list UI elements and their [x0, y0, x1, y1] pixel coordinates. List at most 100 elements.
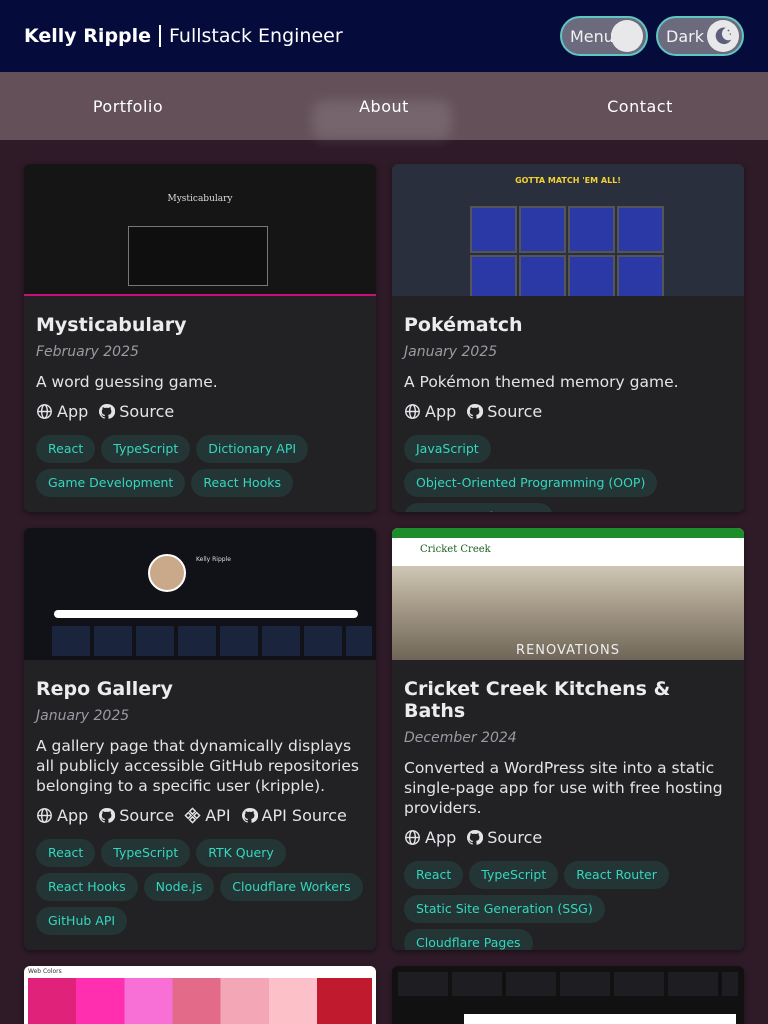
project-links: App Source	[404, 828, 732, 847]
menu-toggle[interactable]: Menu	[560, 16, 648, 56]
source-link-label: Source	[487, 402, 543, 421]
theme-toggle[interactable]: Dark	[656, 16, 744, 56]
tech-tag: GitHub API	[36, 907, 128, 935]
api-link[interactable]: API	[184, 806, 231, 825]
thumbnail-topbar	[392, 528, 744, 538]
project-thumbnail[interactable]: Cricket Creek RENOVATIONS	[392, 528, 744, 660]
source-link-label: Source	[487, 828, 543, 847]
github-icon	[467, 830, 484, 845]
memory-card	[617, 255, 664, 296]
brand-divider	[159, 25, 162, 47]
project-thumbnail[interactable]: Mysticabulary	[24, 164, 376, 296]
project-description: Converted a WordPress site into a static…	[404, 759, 723, 817]
project-date: February 2025	[36, 344, 139, 360]
memory-grid	[470, 206, 664, 296]
tech-tag: React Hooks	[36, 873, 138, 901]
api-link-label: API	[205, 806, 231, 825]
theme-toggle-label: Dark	[666, 26, 704, 46]
project-date: January 2025	[404, 344, 498, 360]
project-date: January 2025	[36, 708, 130, 724]
brand[interactable]: Kelly Ripple Fullstack Engineer	[24, 25, 343, 47]
project-title: Cricket Creek Kitchens & Baths	[404, 678, 671, 722]
api-source-link[interactable]: API Source	[241, 806, 347, 825]
source-link[interactable]: Source	[98, 806, 174, 825]
app-link[interactable]: App	[404, 402, 456, 421]
tech-tag: JavaScript	[404, 435, 491, 463]
toggle-knob	[611, 20, 643, 52]
project-links: App Source API API Source	[36, 806, 364, 825]
site-header: Kelly Ripple Fullstack Engineer Menu Dar…	[0, 0, 768, 72]
app-link[interactable]: App	[404, 828, 456, 847]
github-icon	[99, 808, 116, 823]
thumbnail-title: GOTTA MATCH 'EM ALL!	[515, 176, 621, 185]
tech-tag: TypeScript	[101, 839, 191, 867]
api-source-link-label: API Source	[261, 806, 347, 825]
project-title: Repo Gallery	[36, 678, 173, 700]
project-description: A Pokémon themed memory game.	[404, 373, 679, 391]
memory-card	[519, 206, 566, 253]
tech-tag: TypeScript	[101, 435, 191, 463]
project-title: Pokématch	[404, 314, 523, 336]
tech-tag: Cloudflare Pages	[404, 929, 533, 950]
project-links: App Source	[36, 402, 364, 421]
project-thumbnail[interactable]	[392, 966, 744, 1024]
thumbnail-controls	[398, 972, 738, 996]
menu-toggle-label: Menu	[570, 26, 614, 46]
site-owner-name: Kelly Ripple	[24, 25, 152, 47]
thumbnail-title: Web Colors	[28, 968, 62, 975]
thumbnail-bar	[24, 294, 376, 296]
project-thumbnail[interactable]: Kelly Ripple	[24, 528, 376, 660]
thumbnail-repo-rows	[52, 626, 372, 656]
tech-tag: React	[404, 861, 464, 889]
tech-tag: RTK Query	[196, 839, 286, 867]
project-card	[392, 966, 744, 1024]
memory-card	[470, 206, 517, 253]
project-card: Web Colors	[24, 966, 376, 1024]
memory-card	[568, 255, 615, 296]
tech-tag: React	[36, 435, 96, 463]
tech-tag: React	[36, 839, 96, 867]
app-link-label: App	[57, 806, 89, 825]
project-description: A gallery page that dynamically displays…	[36, 737, 359, 795]
moon-icon	[707, 20, 739, 52]
nav-portfolio[interactable]: Portfolio	[0, 97, 256, 116]
source-link[interactable]: Source	[98, 402, 174, 421]
globe-icon	[405, 830, 420, 845]
app-link-label: App	[57, 402, 89, 421]
tech-tag: Game Development	[404, 503, 554, 512]
source-link[interactable]: Source	[466, 402, 542, 421]
tech-tag: Object-Oriented Programming (OOP)	[404, 469, 658, 497]
github-icon	[99, 404, 116, 419]
project-title: Mysticabulary	[36, 314, 187, 336]
app-link-label: App	[425, 402, 457, 421]
globe-icon	[37, 404, 52, 419]
project-links: App Source	[404, 402, 732, 421]
thumbnail-logo: Cricket Creek	[420, 544, 491, 555]
project-card: Mysticabulary Mysticabulary February 202…	[24, 164, 376, 512]
project-thumbnail[interactable]: Web Colors	[24, 966, 376, 1024]
project-card: GOTTA MATCH 'EM ALL! Pokématch January 2…	[392, 164, 744, 512]
app-link[interactable]: App	[36, 402, 88, 421]
source-link[interactable]: Source	[466, 828, 542, 847]
project-date: December 2024	[404, 730, 517, 746]
project-description: A word guessing game.	[36, 373, 218, 391]
thumbnail-title: Mysticabulary	[167, 194, 233, 204]
project-card: Kelly Ripple Repo Gallery January 2025 A…	[24, 528, 376, 950]
memory-card	[470, 255, 517, 296]
avatar	[148, 554, 186, 592]
project-thumbnail[interactable]: GOTTA MATCH 'EM ALL!	[392, 164, 744, 296]
tech-tag: React Hooks	[191, 469, 294, 497]
thumbnail-board	[464, 1014, 736, 1024]
tech-tag: Cloudflare Workers	[220, 873, 363, 901]
tech-tag: Static Site Generation (SSG)	[404, 895, 605, 923]
thumbnail-panel	[128, 226, 268, 286]
tech-tag: Game Development	[36, 469, 186, 497]
tech-tag: Node.js	[143, 873, 215, 901]
tech-tags: React TypeScript Dictionary API Game Dev…	[36, 435, 364, 497]
source-link-label: Source	[119, 402, 175, 421]
tech-tag: TypeScript	[469, 861, 559, 889]
blurred-page-title	[312, 100, 452, 140]
app-link[interactable]: App	[36, 806, 88, 825]
memory-card	[617, 206, 664, 253]
nav-contact[interactable]: Contact	[512, 97, 768, 116]
